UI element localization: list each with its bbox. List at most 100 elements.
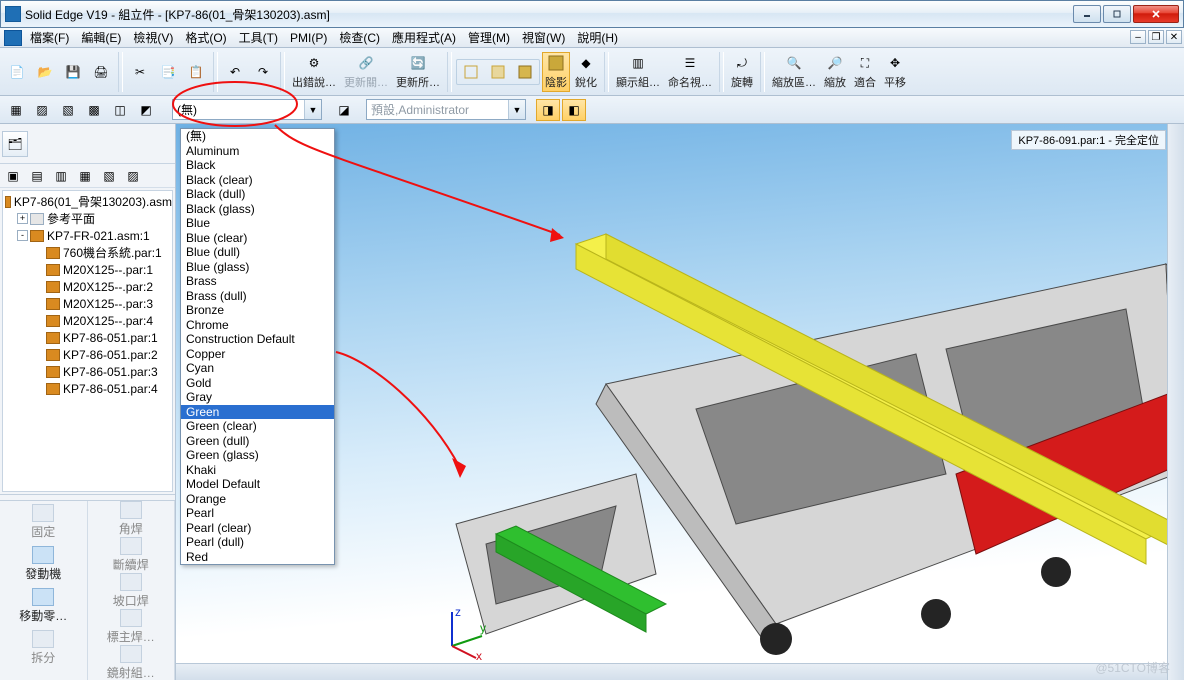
menu-pmi[interactable]: PMI(P) (284, 28, 333, 47)
style-btn-3[interactable]: ▧ (56, 99, 80, 121)
mdi-close[interactable]: ✕ (1166, 30, 1182, 44)
menu-manage[interactable]: 管理(M) (462, 28, 516, 47)
view-style-combo[interactable]: 預設,Administrator ▼ (366, 99, 526, 120)
material-option[interactable]: Blue (clear) (181, 231, 334, 246)
window-maximize-button[interactable] (1103, 5, 1131, 23)
viewport-scrollbar-h[interactable] (176, 663, 1167, 680)
viewport-scrollbar-v[interactable] (1167, 124, 1184, 680)
error-report-button[interactable]: ⚙出錯說… (289, 52, 339, 92)
menu-inspect[interactable]: 檢查(C) (333, 28, 386, 47)
copy-button[interactable]: 📑 (155, 61, 181, 83)
tree-tool-3[interactable]: ▥ (50, 166, 72, 186)
tree-tool-6[interactable]: ▨ (122, 166, 144, 186)
menu-view[interactable]: 檢視(V) (127, 28, 179, 47)
tree-node[interactable]: KP7-86-051.par:4 (3, 380, 172, 397)
named-views-button[interactable]: ☰命名視… (665, 52, 715, 92)
material-option[interactable]: Orange (181, 492, 334, 507)
face-style-dropdown[interactable]: (無)AluminumBlackBlack (clear)Black (dull… (180, 128, 335, 565)
undo-button[interactable]: ↶ (222, 61, 248, 83)
material-option[interactable]: Red (181, 550, 334, 565)
zoom-area-button[interactable]: 🔍縮放區… (769, 52, 819, 92)
tree-node[interactable]: 760機台系統.par:1 (3, 244, 172, 261)
tree-root[interactable]: KP7-86(01_骨架130203).asm (3, 193, 172, 210)
style-btn-5[interactable]: ◫ (108, 99, 132, 121)
redo-button[interactable]: ↷ (250, 61, 276, 83)
paste-button[interactable]: 📋 (183, 61, 209, 83)
material-option[interactable]: Black (glass) (181, 202, 334, 217)
material-option[interactable]: Model Default (181, 477, 334, 492)
material-option[interactable]: Pearl (dull) (181, 535, 334, 550)
style-apply-button[interactable]: ◪ (332, 99, 356, 121)
pathfinder-tab[interactable]: 🗂 (2, 131, 28, 157)
tree-tool-1[interactable]: ▣ (2, 166, 24, 186)
pan-button[interactable]: ✥平移 (881, 52, 909, 92)
style-btn-1[interactable]: ▦ (4, 99, 28, 121)
material-option[interactable]: Black (clear) (181, 173, 334, 188)
sharpen-button[interactable]: ◆銳化 (572, 52, 600, 92)
material-option[interactable]: Blue (glass) (181, 260, 334, 275)
shaded-wire-icon[interactable] (512, 61, 538, 83)
show-group-button[interactable]: ▥顯示組… (613, 52, 663, 92)
menu-apps[interactable]: 應用程式(A) (386, 28, 462, 47)
tree-tool-4[interactable]: ▦ (74, 166, 96, 186)
view-apply-button[interactable]: ◨ (536, 99, 560, 121)
cut-button[interactable]: ✂ (127, 61, 153, 83)
tree-tool-5[interactable]: ▧ (98, 166, 120, 186)
chevron-down-icon[interactable]: ▼ (304, 100, 321, 119)
tree-node[interactable]: KP7-86-051.par:1 (3, 329, 172, 346)
save-button[interactable]: 💾 (60, 61, 86, 83)
update-all-button[interactable]: 🔄更新所… (393, 52, 443, 92)
menu-format[interactable]: 格式(O) (179, 28, 232, 47)
tree-node[interactable]: +參考平面 (3, 210, 172, 227)
pathfinder-tree[interactable]: KP7-86(01_骨架130203).asm +參考平面-KP7-FR-021… (2, 190, 173, 492)
mdi-restore[interactable]: ❐ (1148, 30, 1164, 44)
menu-window[interactable]: 視窗(W) (516, 28, 571, 47)
style-btn-2[interactable]: ▨ (30, 99, 54, 121)
material-option[interactable]: Black (dull) (181, 187, 334, 202)
shaded-button[interactable]: 陰影 (542, 52, 570, 92)
menu-tools[interactable]: 工具(T) (233, 28, 284, 47)
command-button[interactable]: 發動機 (0, 543, 87, 585)
menu-file[interactable]: 檔案(F) (24, 28, 75, 47)
command-button[interactable]: 移動零… (0, 585, 87, 627)
material-option[interactable]: Copper (181, 347, 334, 362)
material-option[interactable]: Brass (181, 274, 334, 289)
material-option[interactable]: Bronze (181, 303, 334, 318)
menu-help[interactable]: 說明(H) (571, 28, 624, 47)
material-option[interactable]: Pearl (clear) (181, 521, 334, 536)
hidden-line-icon[interactable] (485, 61, 511, 83)
material-option[interactable]: Aluminum (181, 144, 334, 159)
zoom-button[interactable]: 🔎縮放 (821, 52, 849, 92)
material-option[interactable]: (無) (181, 129, 334, 144)
material-option[interactable]: Green (dull) (181, 434, 334, 449)
window-close-button[interactable] (1133, 5, 1179, 23)
material-option[interactable]: Khaki (181, 463, 334, 478)
tree-node[interactable]: -KP7-FR-021.asm:1 (3, 227, 172, 244)
material-option[interactable]: Construction Default (181, 332, 334, 347)
material-option[interactable]: Blue (dull) (181, 245, 334, 260)
window-minimize-button[interactable] (1073, 5, 1101, 23)
material-option[interactable]: Gray (181, 390, 334, 405)
material-option[interactable]: Pearl (181, 506, 334, 521)
tree-node[interactable]: M20X125--.par:4 (3, 312, 172, 329)
expand-icon[interactable]: + (17, 213, 28, 224)
material-option[interactable]: Green (clear) (181, 419, 334, 434)
style-btn-4[interactable]: ▩ (82, 99, 106, 121)
material-option[interactable]: Green (glass) (181, 448, 334, 463)
update-link-button[interactable]: 🔗更新關… (341, 52, 391, 92)
material-option[interactable]: Black (181, 158, 334, 173)
tree-tool-2[interactable]: ▤ (26, 166, 48, 186)
open-button[interactable]: 📂 (32, 61, 58, 83)
expand-icon[interactable]: - (17, 230, 28, 241)
tree-node[interactable]: M20X125--.par:1 (3, 261, 172, 278)
rotate-button[interactable]: ⤾旋轉 (728, 52, 756, 92)
tree-node[interactable]: M20X125--.par:2 (3, 278, 172, 295)
tree-node[interactable]: KP7-86-051.par:3 (3, 363, 172, 380)
material-option[interactable]: Cyan (181, 361, 334, 376)
chevron-down-icon[interactable]: ▼ (508, 100, 525, 119)
mdi-minimize[interactable]: ‒ (1130, 30, 1146, 44)
menu-edit[interactable]: 編輯(E) (75, 28, 127, 47)
wireframe-icon[interactable] (458, 61, 484, 83)
view-reset-button[interactable]: ◧ (562, 99, 586, 121)
material-option[interactable]: Gold (181, 376, 334, 391)
